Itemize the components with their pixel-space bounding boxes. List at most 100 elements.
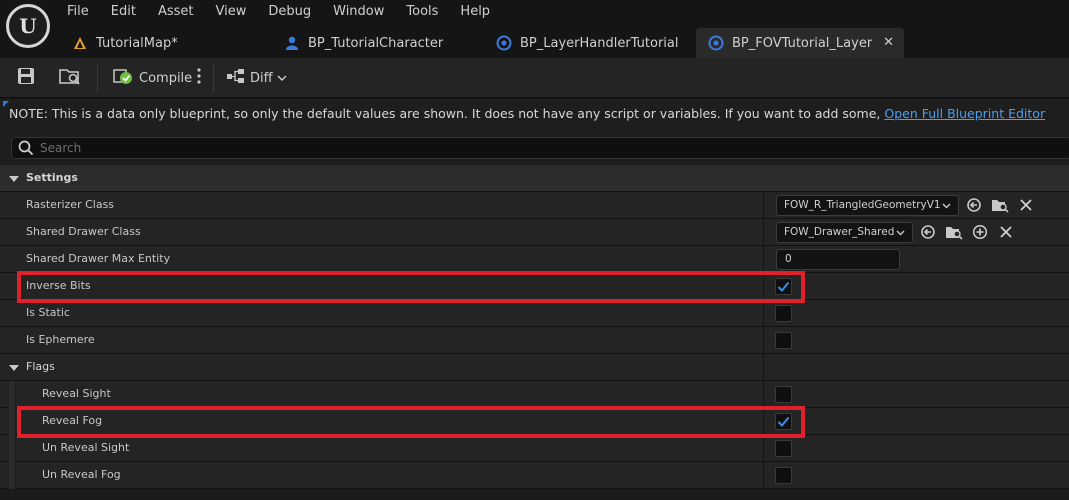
tab-label: BP_LayerHandlerTutorial <box>520 35 679 51</box>
indent-guide <box>9 381 16 408</box>
search-bar <box>0 129 1069 165</box>
menu-tools[interactable]: Tools <box>395 0 449 24</box>
column-splitter[interactable] <box>763 354 764 381</box>
property-label: Is Static <box>26 306 70 319</box>
inverse-bits-checkbox[interactable] <box>775 278 792 295</box>
reveal-fog-checkbox[interactable] <box>775 413 792 430</box>
toolbar-separator <box>97 64 98 92</box>
shared-drawer-max-entity-input[interactable]: 0 <box>776 249 900 270</box>
category-settings[interactable]: Settings <box>0 165 1069 192</box>
column-splitter[interactable] <box>763 435 764 462</box>
property-label: Inverse Bits <box>26 279 91 292</box>
column-splitter[interactable] <box>763 219 764 246</box>
open-full-blueprint-editor-link[interactable]: Open Full Blueprint Editor <box>884 106 1045 121</box>
indent-guide <box>9 408 16 435</box>
menu-help[interactable]: Help <box>449 0 501 24</box>
column-splitter[interactable] <box>763 381 764 408</box>
diff-icon <box>226 67 246 89</box>
checkmark-icon <box>777 281 790 292</box>
column-splitter[interactable] <box>763 327 764 354</box>
property-label: Shared Drawer Class <box>26 225 141 238</box>
add-icon[interactable] <box>971 223 989 241</box>
tab-tutorialmap[interactable]: TutorialMap* <box>60 28 272 58</box>
title-bar: U File Edit Asset View Debug Window Tool… <box>0 0 1069 58</box>
chevron-down-icon <box>896 227 905 239</box>
compile-button[interactable]: Compile <box>112 66 192 90</box>
tab-label: BP_FOVTutorial_Layer <box>732 35 873 51</box>
shared-drawer-class-dropdown[interactable]: FOW_Drawer_Shared <box>776 222 913 243</box>
column-splitter[interactable] <box>763 192 764 219</box>
property-reveal-fog: Reveal Fog <box>0 408 1069 435</box>
compile-options-button[interactable] <box>196 66 202 90</box>
property-un-reveal-sight: Un Reveal Sight <box>0 435 1069 462</box>
column-splitter[interactable] <box>763 273 764 300</box>
property-is-static: Is Static <box>0 300 1069 327</box>
property-label: Reveal Sight <box>42 387 111 400</box>
menu-view[interactable]: View <box>205 0 258 24</box>
blueprint-icon <box>708 35 724 51</box>
search-box <box>11 137 1069 159</box>
close-icon[interactable]: ✕ <box>883 35 894 50</box>
data-only-note: NOTE: This is a data only blueprint, so … <box>0 99 1069 129</box>
tab-label: TutorialMap* <box>96 35 178 51</box>
column-splitter[interactable] <box>763 300 764 327</box>
search-icon <box>18 140 34 160</box>
property-label: Un Reveal Sight <box>42 441 130 454</box>
reveal-sight-checkbox[interactable] <box>775 386 792 403</box>
menu-file[interactable]: File <box>56 0 100 24</box>
property-is-ephemere: Is Ephemere <box>0 327 1069 354</box>
property-un-reveal-fog: Un Reveal Fog <box>0 462 1069 489</box>
clear-icon[interactable] <box>1017 196 1035 214</box>
menu-edit[interactable]: Edit <box>100 0 147 24</box>
un-reveal-sight-checkbox[interactable] <box>775 440 792 457</box>
map-icon <box>72 35 88 51</box>
document-tabs: TutorialMap* BP_TutorialCharacter BP_Lay… <box>60 28 904 58</box>
chevron-down-icon <box>277 71 287 86</box>
checkmark-icon <box>777 416 790 427</box>
clear-icon[interactable] <box>997 223 1015 241</box>
property-label: Is Ephemere <box>26 333 95 346</box>
tab-label: BP_TutorialCharacter <box>308 35 444 51</box>
character-icon <box>284 35 300 51</box>
is-ephemere-checkbox[interactable] <box>775 332 792 349</box>
unreal-logo[interactable]: U <box>6 4 50 48</box>
details-panel: Settings Rasterizer Class FOW_R_Triangle… <box>0 165 1069 500</box>
note-text: NOTE: This is a data only blueprint, so … <box>9 106 885 121</box>
expand-arrow-icon <box>9 176 19 182</box>
property-label: Rasterizer Class <box>26 198 115 211</box>
expand-arrow-icon <box>9 365 19 371</box>
diff-button[interactable]: Diff <box>226 66 287 90</box>
diff-label: Diff <box>250 70 273 86</box>
search-input[interactable] <box>40 139 1040 157</box>
browse-button[interactable] <box>58 66 82 90</box>
folder-search-icon <box>58 66 82 90</box>
category-flags[interactable]: Flags <box>0 354 1069 381</box>
property-label: Reveal Fog <box>42 414 103 427</box>
property-label: Un Reveal Fog <box>42 468 121 481</box>
tab-bp-tutorialcharacter[interactable]: BP_TutorialCharacter <box>272 28 484 58</box>
is-static-checkbox[interactable] <box>775 305 792 322</box>
save-button[interactable] <box>16 66 36 90</box>
toolbar-separator <box>213 64 214 92</box>
property-inverse-bits: Inverse Bits <box>0 273 1069 300</box>
menu-asset[interactable]: Asset <box>147 0 205 24</box>
compile-status-icon <box>112 66 134 90</box>
use-selected-icon[interactable] <box>965 196 983 214</box>
use-selected-icon[interactable] <box>919 223 937 241</box>
tab-bp-layerhandlertutorial[interactable]: BP_LayerHandlerTutorial <box>484 28 696 58</box>
browse-folder-icon[interactable] <box>945 223 963 241</box>
save-icon <box>16 66 36 90</box>
column-splitter[interactable] <box>763 246 764 273</box>
property-label: Shared Drawer Max Entity <box>26 252 171 265</box>
column-splitter[interactable] <box>763 462 764 489</box>
column-splitter[interactable] <box>763 408 764 435</box>
browse-folder-icon[interactable] <box>991 196 1009 214</box>
menu-debug[interactable]: Debug <box>257 0 322 24</box>
indent-guide <box>9 462 16 489</box>
menu-bar: File Edit Asset View Debug Window Tools … <box>56 0 501 24</box>
property-shared-drawer-class: Shared Drawer Class FOW_Drawer_Shared <box>0 219 1069 246</box>
rasterizer-class-dropdown[interactable]: FOW_R_TriangledGeometryV1 <box>776 195 959 216</box>
un-reveal-fog-checkbox[interactable] <box>775 467 792 484</box>
menu-window[interactable]: Window <box>322 0 395 24</box>
tab-bp-fovtutorial-layer[interactable]: BP_FOVTutorial_Layer ✕ <box>696 28 904 58</box>
